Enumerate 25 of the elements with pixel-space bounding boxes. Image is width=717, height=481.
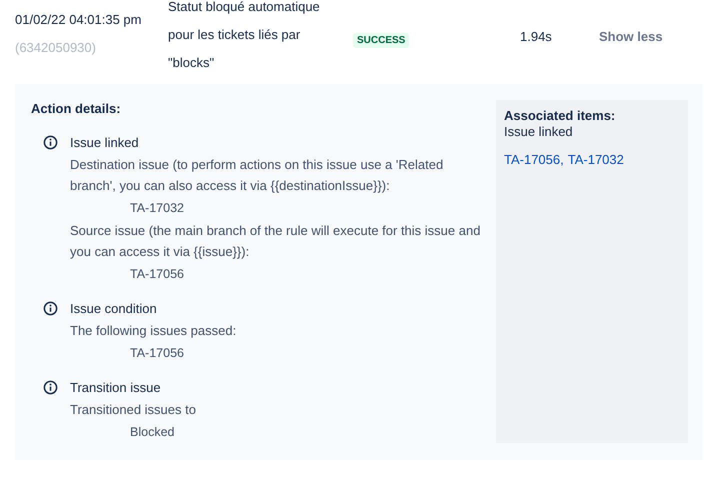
issue-value: TA-17056 bbox=[129, 345, 185, 362]
duration: 1.94s bbox=[520, 29, 552, 44]
status-badge: SUCCESS bbox=[353, 33, 410, 48]
info-icon bbox=[43, 380, 58, 395]
issue-link[interactable]: TA-17056, bbox=[504, 150, 564, 170]
action-title: Issue condition bbox=[70, 300, 158, 318]
execution-id: (6342050930) bbox=[15, 39, 97, 57]
action-title: Issue linked bbox=[70, 134, 140, 152]
issue-link[interactable]: TA-17032 bbox=[568, 150, 624, 170]
associated-title: Associated items: bbox=[504, 108, 616, 124]
show-less-link[interactable]: Show less bbox=[599, 27, 663, 46]
section-title: Action details: bbox=[31, 100, 122, 118]
rule-description: Statut bloqué automatique pour les tickets liés par "blocks" bbox=[168, 0, 321, 72]
info-icon bbox=[43, 301, 58, 316]
action-description: Source issue (the main branch of the rule will execute for this issue and you can access it via {{issue}}): bbox=[70, 222, 482, 261]
issue-value: Blocked bbox=[129, 424, 176, 441]
action-description: The following issues passed: bbox=[70, 322, 238, 340]
associated-subtitle: Issue linked bbox=[504, 124, 574, 140]
issue-value: TA-17056 bbox=[129, 266, 185, 283]
issue-value: TA-17032 bbox=[129, 200, 185, 217]
info-icon bbox=[43, 135, 58, 150]
action-description: Transitioned issues to bbox=[70, 401, 197, 419]
action-title: Transition issue bbox=[70, 379, 162, 397]
action-description: Destination issue (to perform actions on this issue use a 'Related branch', you can also access it via {{destinationIssue}}): bbox=[70, 156, 444, 195]
execution-date: 01/02/22 04:01:35 pm bbox=[15, 11, 142, 29]
